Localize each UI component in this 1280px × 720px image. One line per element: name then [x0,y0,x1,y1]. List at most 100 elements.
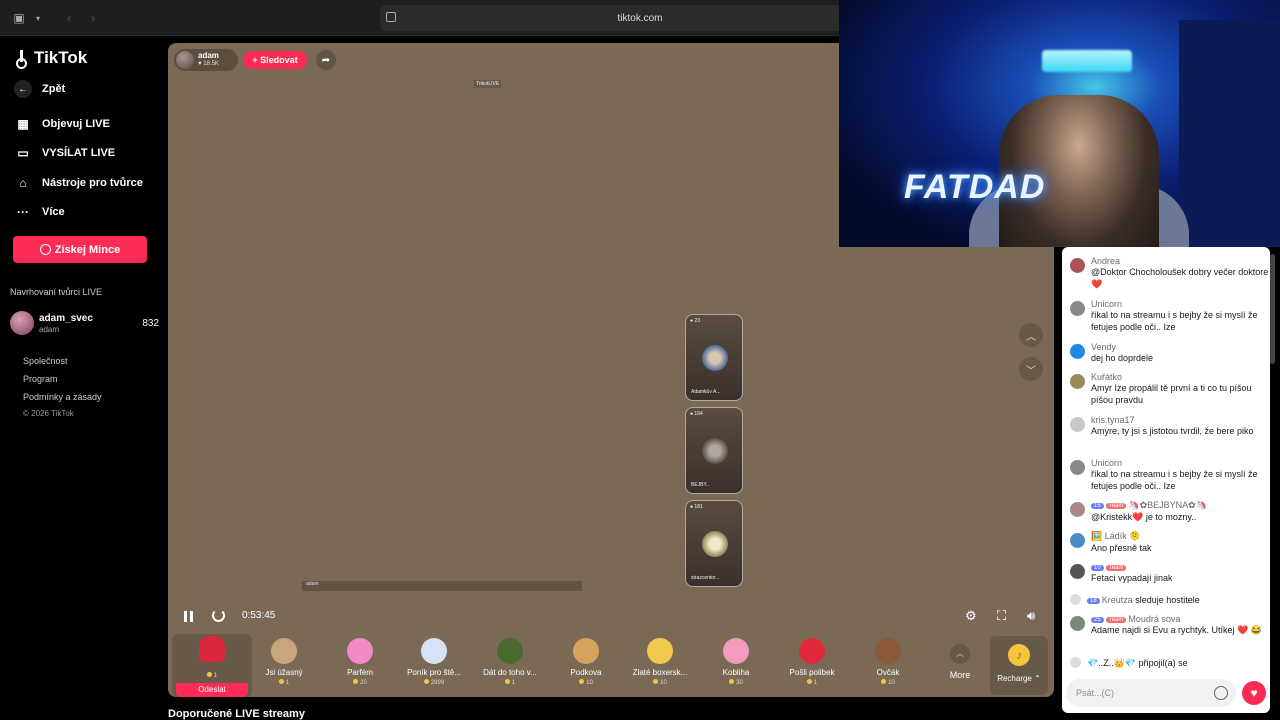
back-arrow-icon[interactable]: ‹ [62,9,76,27]
guest-count-value: 164 [694,411,703,417]
gift-item[interactable]: Podkova 10 [546,634,626,697]
chat-message[interactable]: Andrea @Doktor Chocholoušek dobry večer d… [1070,256,1270,290]
host-name: adam [198,51,219,60]
avatar [1070,564,1085,579]
chat-message[interactable]: Unicorn říkal to na streamu i s bejby že … [1070,458,1270,492]
chevron-down-icon[interactable]: ﹀ [1019,357,1043,381]
avatar [1070,460,1085,475]
chat-text: Amyr Ize propálil tě první a ti co tu pí… [1091,383,1252,405]
gift-price: 2999 [394,679,474,686]
chat-message[interactable]: Unicorn říkal to na streamu i s bejby že … [1070,299,1270,333]
gift-item[interactable]: Poník pro ště... 2999 [394,634,474,697]
gift-item[interactable]: Ovčák 10 [848,634,928,697]
more-label: More [949,670,971,680]
avatar [1070,616,1085,631]
gift-item[interactable]: Parfém 20 [320,634,400,697]
share-icon[interactable]: ➦ [316,50,336,70]
chat-username: Vendy [1091,342,1117,352]
volume-icon[interactable]: 🔊︎ [1027,608,1035,624]
chat-user: Unicorn [1091,458,1270,468]
guest-tile[interactable]: ● 23 Adamkův A... [685,314,743,401]
heart-button[interactable]: ♥ [1242,681,1266,705]
footer-link-company[interactable]: Společnost [23,356,68,366]
chat-scrollbar[interactable] [1270,254,1275,364]
gift-item[interactable]: Kobliha 30 [696,634,776,697]
send-gift-button[interactable]: Odeslat [176,683,248,697]
user-follow-icon [1070,594,1081,605]
footer-link-program[interactable]: Program [23,374,58,384]
refresh-icon[interactable] [212,609,225,622]
suggested-creator[interactable]: adam_svec adam 832 [10,311,159,337]
follow-event: 18 Kreutza sleduje hostitele [1070,594,1200,605]
gift-item[interactable]: 1 Odeslat [172,634,252,697]
nav-label: Objevuj LIVE [42,118,110,130]
chat-text: sleduje hostitele [1135,595,1200,605]
chat-text: @Kristekk❤️ je to mozny.. [1091,512,1197,522]
webcam-overlay: FATDAD [839,0,1280,247]
chat-user: 10 Team [1091,562,1270,572]
chat-username: 🦄✿BEJBYNA✿🦄 [1128,500,1207,510]
gift-item[interactable]: Pošli polibek 1 [772,634,852,697]
site-settings-icon [386,12,396,22]
chat-username: 💎..Z..👑💎 [1087,658,1137,668]
gift-item[interactable]: Jsi úžasný 1 [244,634,324,697]
avatar [702,438,728,464]
emoji-icon[interactable] [1214,686,1228,700]
chat-input[interactable]: Psát...(C) [1066,679,1236,707]
gift-name: Parfém [347,668,373,677]
chevron-down-icon[interactable]: ▾ [32,9,44,27]
gift-price: 10 [620,679,700,686]
chat-text: říkal to na streamu i s bejby že si mysl… [1091,469,1258,491]
nav-item-go-live[interactable]: ▭ VYSÍLAT LIVE [14,144,115,162]
gift-price: 10 [848,679,928,686]
gift-name: Jsi úžasný [265,668,303,677]
gift-price: 1 [172,672,252,679]
nav-item-creator-tools[interactable]: ⌂ Nástroje pro tvůrce [14,174,143,192]
nav-item-explore-live[interactable]: ▦ Objevuj LIVE [14,115,110,133]
tiktok-logo[interactable]: TikTok [16,48,87,69]
chevron-up-icon[interactable]: ︿ [1019,323,1043,347]
chat-user: 25 Team Moudrá sova [1091,614,1270,624]
recharge-button[interactable]: ♪ Recharge ⌃ [990,636,1048,695]
tiktok-note-icon [16,50,30,69]
chat-text: Fetaci vypadají jinak [1091,573,1173,583]
host-info[interactable]: adam ♥ 18.5K [174,49,238,71]
url-text: tiktok.com [617,12,663,24]
guest-tile[interactable]: ● 164 BEJBY.. [685,407,743,494]
chat-message[interactable]: Kuřátko Amyr Ize propálil tě první a ti c… [1070,372,1270,406]
gift-item[interactable]: Zlaté boxersk... 10 [620,634,700,697]
chat-text: připojil(a) se [1138,658,1188,668]
live-label: TrikotLIVE [474,80,502,88]
chat-message[interactable]: 🖼️ Ládík 🫠 Ano přesně tak [1070,531,1270,554]
avatar [1070,258,1085,273]
scrub-bar[interactable]: adam [302,581,582,591]
get-coins-button[interactable]: Získej Mince [13,236,147,263]
pause-icon[interactable] [184,611,193,622]
chat-user: Kuřátko [1091,372,1270,382]
nav-label: VYSÍLAT LIVE [42,147,116,159]
back-button[interactable]: ← Zpět [14,80,65,98]
gift-name: Podkova [570,668,602,677]
fullscreen-icon[interactable]: ⛶ [997,608,1006,624]
forward-arrow-icon[interactable]: › [86,9,100,27]
gift-icon [799,638,825,664]
footer-link-terms[interactable]: Podmínky a zásady [23,392,102,402]
more-gifts-button[interactable]: ︿ More [938,634,982,697]
chat-message[interactable]: 16 Team 🦄✿BEJBYNA✿🦄 @Kristekk❤️ je to mozny… [1070,500,1270,523]
chat-message[interactable]: 25 Team Moudrá sova Adame najdi si Evu a ry… [1070,614,1270,636]
address-bar[interactable]: tiktok.com [380,5,900,31]
chat-message[interactable]: 10 Team Fetaci vypadají jinak [1070,562,1270,584]
suggested-creators-title: Navrhovaní tvůrci LIVE [10,287,103,297]
guest-tile[interactable]: ● 181 strazcentor... [685,500,743,587]
chat-message[interactable]: kris.tyna17 Amyre, ty jsi s jistotou tvrd… [1070,415,1270,437]
avatar [1070,301,1085,316]
nav-item-more[interactable]: ··· Více [14,203,65,221]
gift-item[interactable]: Dát do toho v... 1 [470,634,550,697]
arrow-left-icon: ← [14,80,32,98]
sidebar-toggle-icon[interactable]: ▣ [12,9,26,27]
chat-message[interactable]: Vendy dej ho doprdele [1070,342,1270,364]
settings-icon[interactable]: ⚙ [965,608,977,624]
follow-button[interactable]: + Sledovat [243,51,307,69]
gift-price: 1 [470,679,550,686]
avatar [702,345,728,371]
